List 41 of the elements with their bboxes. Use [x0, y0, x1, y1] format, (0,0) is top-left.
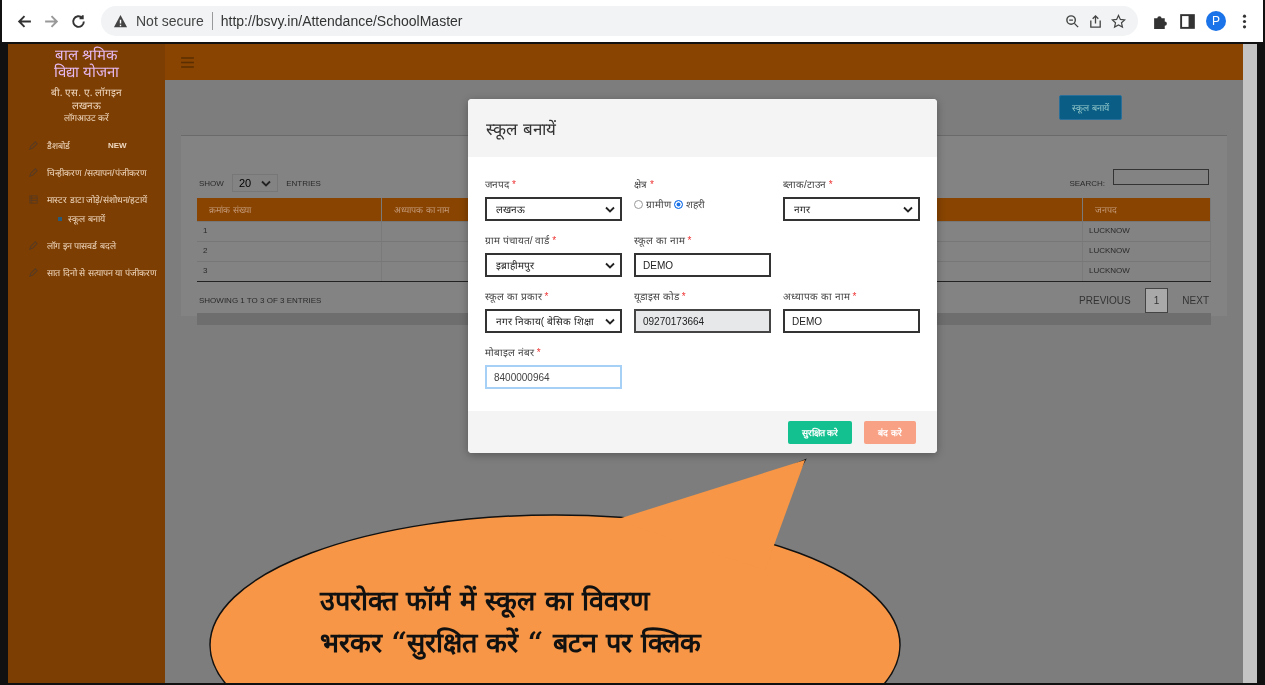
new-label: NEW: [108, 141, 127, 150]
required-mark: *: [512, 179, 516, 190]
show-label: SHOW: [199, 178, 224, 188]
required-mark: *: [687, 235, 692, 246]
callout-text: उपरोक्त फॉर्म में स्कूल का विवरण: [320, 584, 652, 620]
table-cell: 2: [197, 241, 382, 261]
field-label: स्कूल का नाम: [634, 235, 685, 246]
table-cell: 1: [197, 221, 382, 241]
app-title: बाल श्रमिक: [53, 46, 120, 63]
field-label: यूडाइस कोड: [634, 291, 679, 302]
entries-info: SHOWING 1 TO 3 OF 3 ENTRIES: [199, 296, 322, 305]
table-cell: LUCKNOW: [1083, 241, 1211, 261]
readonly-field: 09270173664: [634, 309, 771, 333]
radio-label: ग्रामीण: [646, 198, 671, 211]
required-mark: *: [552, 235, 557, 246]
required-mark: *: [852, 291, 857, 302]
table-cell: LUCKNOW: [1083, 261, 1211, 281]
search-label: SEARCH:: [1069, 178, 1105, 188]
field-label: मोबाइल नंबर: [485, 347, 534, 358]
user-label: बी. एस. ए. लॉगइन: [49, 86, 124, 99]
callout-text: भरकर “सुरक्षित करें “ बटन पर क्लिक: [320, 626, 702, 662]
required-mark: *: [681, 291, 686, 302]
security-label: Not secure: [136, 13, 204, 29]
table-cell: LUCKNOW: [1083, 221, 1211, 241]
entries-label: ENTRIES: [286, 178, 321, 188]
url-text: http://bsvy.in/Attendance/SchoolMaster: [220, 13, 463, 29]
field-label: ब्लाक/टाउन: [783, 179, 826, 190]
field-label: जनपद: [485, 179, 509, 190]
dialog-title: स्कूल बनायें: [486, 118, 556, 140]
required-mark: *: [536, 347, 541, 358]
required-mark: *: [544, 291, 549, 302]
required-mark: *: [828, 179, 833, 190]
required-mark: *: [650, 179, 654, 190]
field-label: अध्यापक का नाम: [783, 291, 850, 302]
table-cell: 3: [197, 261, 382, 281]
field-label: स्कूल का प्रकार: [485, 291, 542, 302]
user-label: लखनऊ: [71, 99, 102, 112]
app-title: विद्या योजना: [52, 63, 121, 80]
radio-label: शहरी: [686, 198, 705, 211]
field-label: क्षेत्र: [634, 179, 647, 190]
field-label: ग्राम पंचायत/ वार्ड: [485, 235, 550, 246]
